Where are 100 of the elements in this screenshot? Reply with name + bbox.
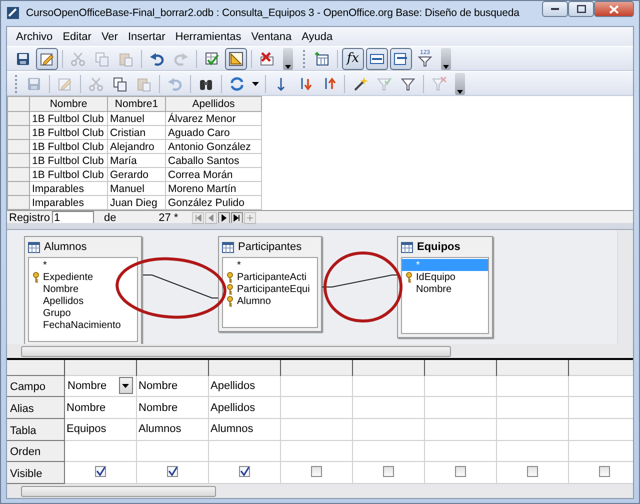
maximize-button[interactable] bbox=[568, 1, 594, 17]
toolbar-button[interactable] bbox=[225, 48, 247, 70]
field-row[interactable]: Expediente bbox=[29, 271, 137, 283]
funnel-icon bbox=[400, 76, 416, 92]
toolbar-button[interactable] bbox=[36, 48, 58, 70]
toolbar-button[interactable]: fx bbox=[342, 48, 364, 70]
row-label: Alias bbox=[7, 396, 64, 418]
table-cell: Antonio González bbox=[166, 140, 262, 154]
table-cell: 1B Fultbol Club bbox=[30, 168, 108, 182]
field-row[interactable]: IdEquipo bbox=[402, 271, 488, 283]
table-cell: Aguado Caro bbox=[166, 126, 262, 140]
field-row[interactable]: Nombre bbox=[402, 283, 488, 295]
menu-item[interactable]: Ventana bbox=[246, 30, 297, 42]
visible-checkbox[interactable] bbox=[238, 466, 250, 477]
menu-item[interactable]: Archivo bbox=[11, 30, 58, 42]
row-label: Tabla bbox=[7, 418, 64, 440]
visible-checkbox[interactable] bbox=[454, 466, 466, 477]
field-row[interactable]: FechaNacimiento bbox=[29, 319, 137, 331]
join-line[interactable] bbox=[142, 274, 218, 298]
field-name: IdEquipo bbox=[416, 272, 456, 282]
toolbar-overflow-button[interactable] bbox=[455, 72, 465, 94]
table-window[interactable]: Alumnos * Expediente Nombre Apellidos Grupo FechaNacimiento bbox=[24, 236, 142, 346]
horizontal-scrollbar[interactable] bbox=[7, 344, 633, 358]
visible-checkbox[interactable] bbox=[598, 466, 610, 477]
toolbar-overflow-button[interactable] bbox=[441, 48, 451, 70]
column-header[interactable]: Nombre1 bbox=[108, 96, 166, 112]
caret-icon[interactable] bbox=[252, 82, 259, 86]
horizontal-scrollbar[interactable] bbox=[7, 484, 633, 498]
plus-icon bbox=[246, 214, 254, 222]
documents-icon bbox=[112, 76, 128, 92]
dropdown-button[interactable] bbox=[118, 377, 132, 394]
window-title: CursoOpenOfficeBase-Final_borrar2.odb : Consulta_Equipos 3 - OpenOffice.org Base: Diseño de busqueda bbox=[26, 7, 520, 19]
row-header[interactable] bbox=[8, 126, 30, 140]
table-cell: Cristian bbox=[108, 126, 166, 140]
row-header[interactable] bbox=[8, 196, 30, 210]
table-cell: 1B Fultbol Club bbox=[30, 112, 108, 126]
field-row[interactable]: * bbox=[223, 259, 317, 271]
table-icon bbox=[28, 242, 40, 252]
menu-item[interactable]: Editar bbox=[58, 30, 96, 42]
window-icon bbox=[393, 50, 409, 66]
row-header[interactable] bbox=[8, 182, 30, 196]
caret-icon bbox=[122, 384, 129, 388]
field-combobox[interactable]: Nombre bbox=[64, 375, 136, 397]
visible-checkbox[interactable] bbox=[166, 466, 178, 477]
field-row[interactable]: Grupo bbox=[29, 307, 137, 319]
table-cell: Manuel bbox=[108, 112, 166, 126]
row-label: Visible bbox=[7, 462, 64, 484]
field-row[interactable]: Apellidos bbox=[29, 295, 137, 307]
table-window[interactable]: Equipos * IdEquipo Nombre bbox=[397, 236, 493, 338]
table-name: Participantes bbox=[238, 241, 302, 253]
visible-checkbox[interactable] bbox=[382, 466, 394, 477]
minimize-button[interactable] bbox=[542, 1, 568, 17]
menu-item[interactable]: Ver bbox=[96, 30, 123, 42]
undo-arrow-icon bbox=[167, 76, 183, 92]
row-header[interactable] bbox=[8, 112, 30, 126]
vertical-scrollbar[interactable] bbox=[617, 230, 633, 344]
record-field[interactable]: 1 bbox=[52, 211, 94, 225]
magic-wand-icon bbox=[352, 76, 368, 92]
field-row[interactable]: Nombre bbox=[29, 283, 137, 295]
toolbar-button[interactable] bbox=[366, 48, 388, 70]
grid-cell[interactable]: Alumnos bbox=[136, 418, 208, 440]
field-name: Apellidos bbox=[43, 296, 84, 306]
grid-cell[interactable]: Equipos bbox=[64, 418, 136, 440]
toolbar-overflow-button[interactable] bbox=[283, 48, 293, 70]
row-header[interactable] bbox=[8, 140, 30, 154]
toolbar-button[interactable] bbox=[390, 48, 412, 70]
field-row[interactable]: ParticipanteActi bbox=[223, 271, 317, 283]
function-label: fx bbox=[346, 51, 360, 66]
record-count: 27 * bbox=[158, 212, 178, 224]
menu-item[interactable]: Herramientas bbox=[170, 30, 246, 42]
close-icon bbox=[609, 4, 619, 14]
maximize-icon bbox=[576, 5, 586, 13]
field-row[interactable]: Alumno bbox=[223, 295, 317, 307]
field-name: ParticipanteEqui bbox=[237, 284, 310, 294]
column-header[interactable]: Apellidos bbox=[166, 96, 262, 112]
visible-checkbox[interactable] bbox=[310, 466, 322, 477]
table-cell: Imparables bbox=[30, 182, 108, 196]
column-header[interactable]: Nombre bbox=[30, 96, 108, 112]
grid-cell[interactable]: Alumnos bbox=[208, 418, 280, 440]
navigation-button[interactable] bbox=[231, 212, 244, 224]
menu-item[interactable]: Ayuda bbox=[296, 30, 338, 42]
field-row[interactable]: * bbox=[29, 259, 137, 271]
visible-checkbox[interactable] bbox=[526, 466, 538, 477]
visible-checkbox[interactable] bbox=[94, 466, 106, 477]
grid-cell[interactable]: Nombre bbox=[136, 396, 208, 418]
navigation-button[interactable] bbox=[218, 212, 230, 224]
grid-cell[interactable]: Nombre bbox=[64, 396, 136, 418]
field-row[interactable]: ParticipanteEqui bbox=[223, 283, 317, 295]
join-line[interactable] bbox=[322, 274, 398, 288]
menu-item[interactable]: Insertar bbox=[122, 30, 170, 42]
pencil-icon bbox=[39, 50, 55, 66]
grid-cell[interactable]: Apellidos bbox=[208, 396, 280, 418]
of-label: de bbox=[102, 212, 118, 224]
table-window[interactable]: Participantes * ParticipanteActi ParticipanteEqui Alumno bbox=[218, 236, 322, 332]
table-icon bbox=[401, 242, 413, 252]
grid-cell[interactable]: Nombre bbox=[136, 375, 208, 397]
close-button[interactable] bbox=[594, 1, 634, 17]
row-header[interactable] bbox=[8, 168, 30, 182]
grid-cell[interactable]: Apellidos bbox=[208, 375, 280, 397]
row-header[interactable] bbox=[8, 154, 30, 168]
